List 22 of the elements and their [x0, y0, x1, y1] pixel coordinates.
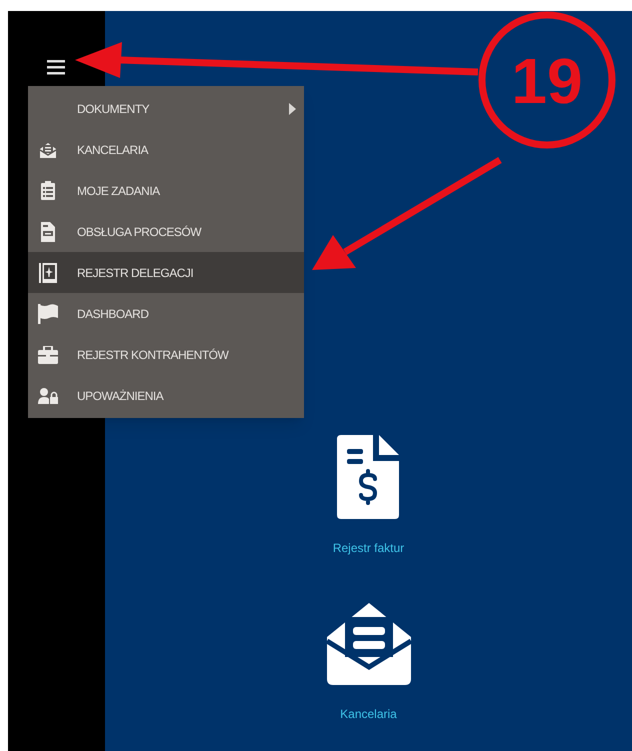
menu-item[interactable]: DASHBOARD — [28, 293, 304, 334]
annotation-number: 19 — [511, 45, 583, 117]
invoice-icon — [337, 435, 400, 519]
menu-item[interactable]: REJESTR KONTRAHENTÓW — [28, 334, 304, 375]
flag-icon — [38, 304, 58, 324]
book-icon — [39, 262, 57, 282]
tile-link[interactable]: Rejestr faktur — [332, 539, 404, 557]
menu-item[interactable]: MOJE ZADANIA — [28, 170, 304, 211]
menu-item[interactable]: DOKUMENTY — [28, 88, 304, 129]
document-icon — [40, 222, 56, 242]
clipboard-icon — [40, 181, 56, 200]
menu-item[interactable]: OBSŁUGA PROCESÓW — [28, 211, 304, 252]
menu-item[interactable]: REJESTR DELEGACJI — [28, 252, 304, 293]
menu-item[interactable]: UPOWAŻNIENIA — [28, 375, 304, 416]
briefcase-icon — [38, 346, 58, 364]
tile-link[interactable]: Kancelaria — [340, 705, 397, 723]
menu-icon — [47, 59, 65, 75]
user-lock-icon — [38, 386, 58, 404]
menu-item[interactable]: KANCELARIA — [28, 129, 304, 170]
envelope-icon — [326, 601, 410, 685]
envelope-icon — [39, 140, 57, 158]
submenu-arrow-icon — [289, 102, 296, 114]
